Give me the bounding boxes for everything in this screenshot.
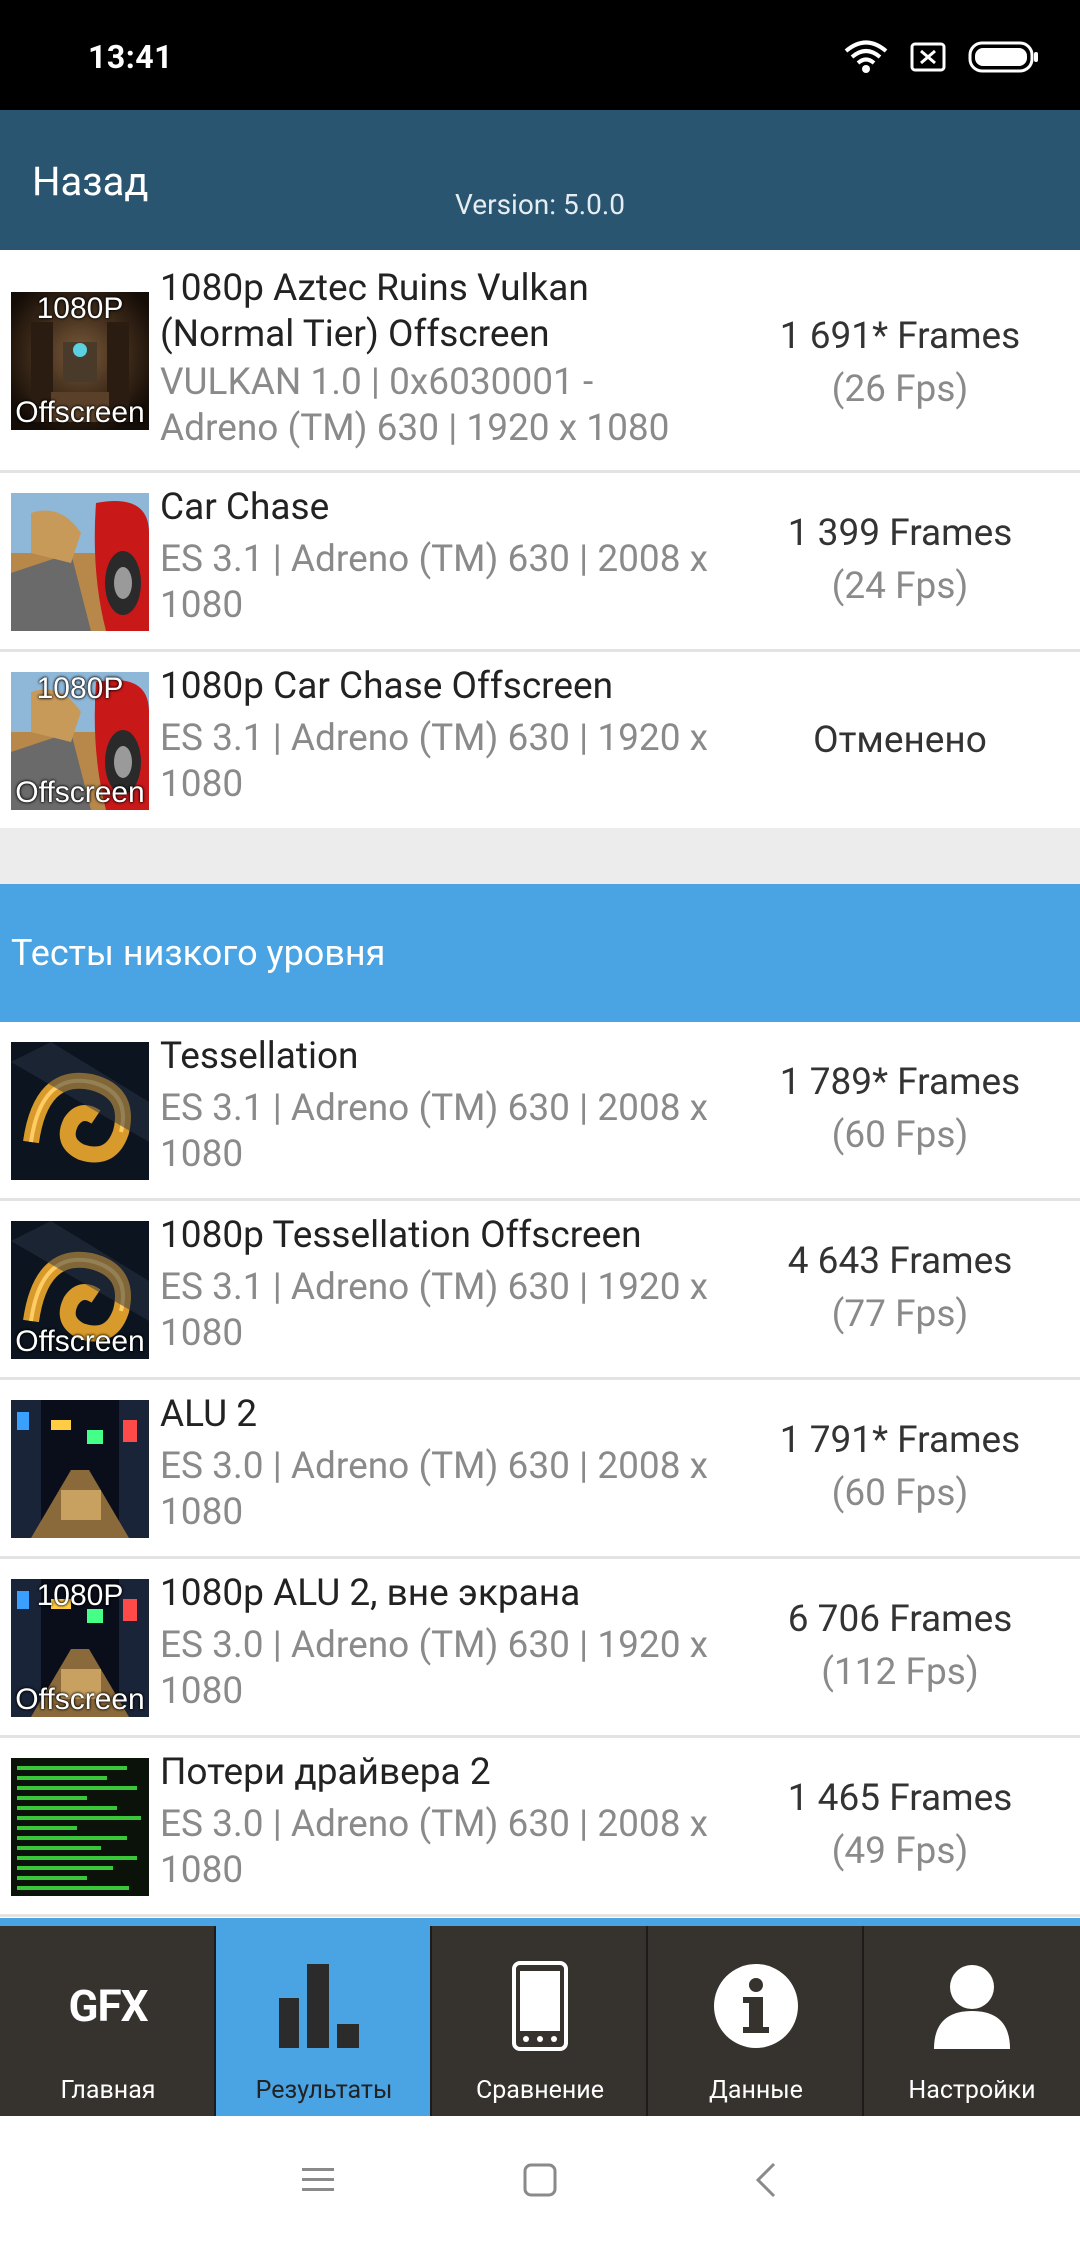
car-chase-thumbnail: 1080P Offscreen — [11, 672, 149, 810]
test-title: Car Chase — [160, 486, 330, 529]
status-icons — [844, 40, 1040, 74]
test-row[interactable]: 1080P Offscreen 1080p ALU 2, вне экрана … — [0, 1559, 1080, 1738]
aztec-ruins-thumbnail: 1080P Offscreen — [11, 292, 149, 430]
alu-thumbnail: 1080P Offscreen — [11, 1579, 149, 1717]
test-frames: 1 465 Frames — [787, 1777, 1013, 1820]
test-subtitle: ES 3.1 | Adreno (TM) 630 | 1920 x 1080 — [160, 1266, 709, 1355]
test-result: 1 789* Frames (60 Fps) — [740, 1056, 1060, 1162]
home-icon[interactable] — [522, 2162, 558, 2198]
test-frames: 1 399 Frames — [787, 512, 1013, 555]
test-title: 1080p ALU 2, вне экрана — [160, 1572, 581, 1615]
test-result: 4 643 Frames (77 Fps) — [740, 1235, 1060, 1341]
test-frames: 6 706 Frames — [787, 1598, 1013, 1641]
tab-info[interactable]: Данные — [648, 1926, 864, 2116]
test-result: 1 791* Frames (60 Fps) — [740, 1414, 1060, 1520]
info-icon — [648, 1956, 864, 2056]
test-row[interactable]: Потери драйвера 2 ES 3.0 | Adreno (TM) 6… — [0, 1738, 1080, 1917]
status-bar: 13:41 — [0, 0, 1080, 110]
test-fps: (60 Fps) — [831, 1114, 969, 1157]
test-fps: (49 Fps) — [831, 1830, 969, 1873]
test-row[interactable]: Car Chase ES 3.1 | Adreno (TM) 630 | 200… — [0, 473, 1080, 652]
test-frames: 1 691* Frames — [779, 315, 1021, 358]
test-subtitle: ES 3.0 | Adreno (TM) 630 | 2008 x 1080 — [160, 1445, 709, 1534]
test-frames: 1 791* Frames — [779, 1419, 1021, 1462]
app-bar: Назад Version: 5.0.0 — [0, 110, 1080, 254]
thumb-overlay-bottom: Offscreen — [15, 1325, 145, 1358]
test-row[interactable]: 1080P Offscreen 1080p Car Chase Offscree… — [0, 652, 1080, 828]
test-row[interactable]: Offscreen 1080p Tessellation Offscreen E… — [0, 1201, 1080, 1380]
test-title: 1080p Tessellation Offscreen — [160, 1214, 642, 1257]
test-subtitle: ES 3.1 | Adreno (TM) 630 | 1920 x 1080 — [160, 717, 709, 806]
test-subtitle: ES 3.1 | Adreno (TM) 630 | 2008 x 1080 — [160, 538, 709, 627]
test-fps: (112 Fps) — [821, 1651, 979, 1694]
battery-icon — [968, 41, 1038, 73]
no-sim-icon — [910, 42, 946, 72]
results-list[interactable]: 1080P Offscreen 1080p Aztec Ruins Vulkan… — [0, 250, 1080, 1917]
test-title: Tessellation — [160, 1035, 359, 1078]
wifi-icon — [844, 40, 888, 73]
test-row[interactable]: ALU 2 ES 3.0 | Adreno (TM) 630 | 2008 x … — [0, 1380, 1080, 1559]
test-fps: (60 Fps) — [831, 1472, 969, 1515]
test-row[interactable]: 1080P Offscreen 1080p Aztec Ruins Vulkan… — [0, 250, 1080, 473]
user-icon — [864, 1956, 1080, 2056]
tab-results[interactable]: Результаты — [216, 1926, 432, 2116]
thumb-overlay-top: 1080P — [36, 672, 124, 705]
bottom-tab-bar: GFX Главная Результаты Сравнение Данные … — [0, 1918, 1080, 2116]
test-status: Отменено — [813, 719, 987, 762]
test-subtitle: ES 3.0 | Adreno (TM) 630 | 1920 x 1080 — [160, 1624, 709, 1713]
tab-label: Сравнение — [476, 2076, 604, 2105]
test-row[interactable]: Tessellation ES 3.1 | Adreno (TM) 630 | … — [0, 1022, 1080, 1201]
alu-thumbnail — [11, 1400, 149, 1538]
test-frames: 4 643 Frames — [787, 1240, 1013, 1283]
test-frames: 1 789* Frames — [779, 1061, 1021, 1104]
test-result: 1 465 Frames (49 Fps) — [740, 1772, 1060, 1878]
phone-icon — [432, 1956, 648, 2056]
test-fps: (26 Fps) — [831, 368, 969, 411]
test-fps: (24 Fps) — [831, 565, 969, 608]
tab-settings[interactable]: Настройки — [864, 1926, 1080, 2116]
thumb-overlay-bottom: Offscreen — [15, 776, 145, 809]
thumb-overlay-top: 1080P — [36, 1579, 124, 1612]
tab-home[interactable]: GFX Главная — [0, 1926, 216, 2116]
driver-overhead-thumbnail — [11, 1758, 149, 1896]
test-subtitle: ES 3.1 | Adreno (TM) 630 | 2008 x 1080 — [160, 1087, 709, 1176]
thumb-overlay-bottom: Offscreen — [15, 1683, 145, 1716]
test-result: 1 691* Frames (26 Fps) — [740, 310, 1060, 416]
tab-label: Результаты — [255, 2076, 393, 2105]
back-icon[interactable] — [752, 2160, 778, 2200]
test-result: 6 706 Frames (112 Fps) — [740, 1593, 1060, 1699]
thumb-overlay-top: 1080P — [36, 292, 124, 325]
system-nav-bar — [0, 2116, 1080, 2248]
test-title: 1080p Aztec Ruins Vulkan (Normal Tier) O… — [160, 267, 589, 356]
test-subtitle: VULKAN 1.0 | 0x6030001 - Adreno (TM) 630… — [160, 361, 670, 450]
car-chase-thumbnail — [11, 493, 149, 631]
menu-icon[interactable] — [300, 2164, 336, 2196]
tab-label: Главная — [60, 2076, 156, 2105]
version-label: Version: 5.0.0 — [455, 188, 625, 221]
tab-compare[interactable]: Сравнение — [432, 1926, 648, 2116]
test-fps: (77 Fps) — [831, 1293, 969, 1336]
tessellation-thumbnail: Offscreen — [11, 1221, 149, 1359]
bar-chart-icon — [216, 1956, 432, 2056]
tessellation-thumbnail — [11, 1042, 149, 1180]
status-time: 13:41 — [88, 38, 173, 76]
section-gap — [0, 828, 1080, 884]
test-title: Потери драйвера 2 — [160, 1751, 491, 1794]
section-header: Тесты низкого уровня — [0, 884, 1080, 1022]
test-result: 1 399 Frames (24 Fps) — [740, 507, 1060, 613]
tab-label: Настройки — [908, 2076, 1036, 2105]
gfx-logo-icon: GFX — [0, 1956, 216, 2056]
tab-label: Данные — [709, 2076, 803, 2105]
test-title: ALU 2 — [160, 1393, 258, 1436]
thumb-overlay-bottom: Offscreen — [15, 396, 145, 429]
test-title: 1080p Car Chase Offscreen — [160, 665, 614, 708]
gfx-logo-text: GFX — [68, 1980, 148, 2032]
test-subtitle: ES 3.0 | Adreno (TM) 630 | 2008 x 1080 — [160, 1803, 709, 1892]
